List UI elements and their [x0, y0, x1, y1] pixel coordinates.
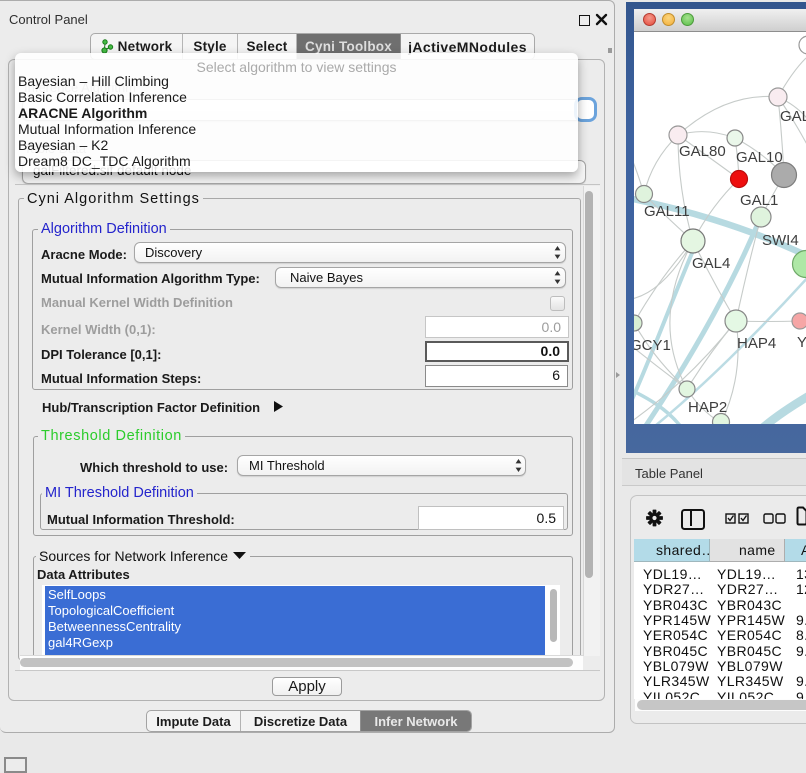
svg-text:SWI4: SWI4 — [762, 232, 799, 249]
svg-text:GAL7: GAL7 — [780, 108, 806, 125]
svg-text:GAL10: GAL10 — [736, 149, 783, 166]
svg-text:GAL11: GAL11 — [644, 203, 690, 220]
svg-text:HAP2: HAP2 — [688, 399, 727, 416]
svg-text:YJ: YJ — [797, 334, 806, 351]
svg-text:HAP4: HAP4 — [737, 335, 776, 352]
svg-text:GAL1: GAL1 — [740, 192, 778, 209]
svg-text:GAL80: GAL80 — [679, 143, 726, 160]
svg-text:GAL4: GAL4 — [692, 255, 730, 272]
svg-text:GCY1: GCY1 — [634, 337, 671, 354]
